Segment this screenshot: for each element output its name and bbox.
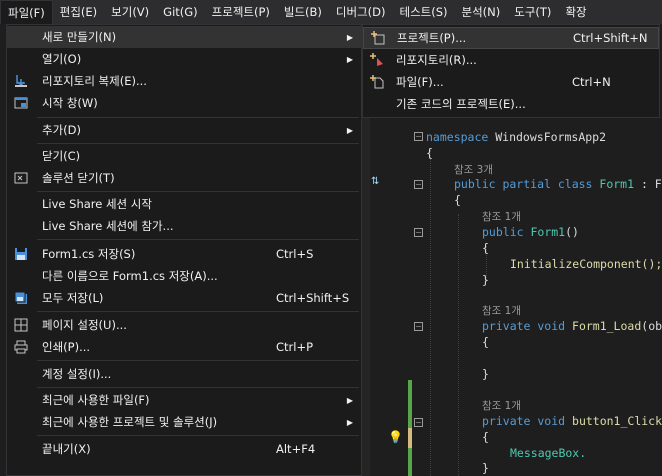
- start-window-icon: [13, 95, 29, 111]
- submenu-arrow-icon: ▶: [346, 54, 353, 64]
- menu-item-label: 최근에 사용한 파일(F): [42, 393, 150, 407]
- menu-project[interactable]: 프로젝트(P): [205, 0, 277, 24]
- menu-item-label: 페이지 설정(U)...: [42, 318, 127, 332]
- menu-separator: [37, 191, 359, 192]
- shortcut-label: Ctrl+S: [276, 247, 314, 261]
- submenu-item-label: 파일(F)...: [396, 75, 444, 89]
- menu-item-label: Form1.cs 저장(S): [42, 247, 136, 261]
- menu-build[interactable]: 빌드(B): [277, 0, 329, 24]
- submenu-item-new-repository[interactable]: 리포지토리(R)...: [363, 49, 659, 71]
- menu-item-new[interactable]: 새로 만들기(N) ▶: [7, 26, 361, 48]
- menu-item-start-window[interactable]: 시작 창(W): [7, 92, 361, 114]
- file-menu-dropdown: 새로 만들기(N) ▶ 열기(O) ▶ 리포지토리 복제(E)... 시작 창(…: [6, 24, 362, 476]
- menu-item-label: 인쇄(P)...: [42, 340, 91, 354]
- menu-item-label: 다른 이름으로 Form1.cs 저장(A)...: [42, 269, 218, 283]
- menu-extensions[interactable]: 확장: [558, 0, 593, 24]
- menu-debug[interactable]: 디버그(D): [329, 0, 393, 24]
- menu-item-label: Live Share 세션 시작: [42, 197, 152, 211]
- save-all-icon: [13, 290, 29, 306]
- menu-edit[interactable]: 편집(E): [53, 0, 104, 24]
- menu-item-recent-files[interactable]: 최근에 사용한 파일(F) ▶: [7, 389, 361, 411]
- menu-item-label: 계정 설정(I)...: [42, 367, 112, 381]
- menu-item-close[interactable]: 닫기(C): [7, 145, 361, 167]
- printer-icon: [13, 339, 29, 355]
- submenu-item-new-file[interactable]: 파일(F)... Ctrl+N: [363, 71, 659, 93]
- menu-item-label: 새로 만들기(N): [42, 30, 117, 44]
- menu-item-label: 끝내기(X): [42, 442, 91, 456]
- menu-item-label: 솔루션 닫기(T): [42, 171, 115, 185]
- clone-icon: [13, 73, 29, 89]
- new-file-icon: [369, 74, 385, 90]
- submenu-arrow-icon: ▶: [346, 417, 353, 427]
- menu-analyze[interactable]: 분석(N): [455, 0, 508, 24]
- shortcut-label: Ctrl+Shift+S: [276, 291, 350, 305]
- new-submenu: 프로젝트(P)... Ctrl+Shift+N 리포지토리(R)... 파일(F…: [362, 24, 660, 118]
- menu-file[interactable]: 파일(F): [0, 0, 53, 24]
- menu-item-label: Live Share 세션에 참가...: [42, 219, 174, 233]
- submenu-item-label: 리포지토리(R)...: [396, 53, 477, 67]
- submenu-arrow-icon: ▶: [346, 32, 353, 42]
- menu-item-label: 모두 저장(L): [42, 291, 104, 305]
- menu-tools[interactable]: 도구(T): [507, 0, 558, 24]
- menu-item-add[interactable]: 추가(D) ▶: [7, 119, 361, 141]
- menu-item-label: 시작 창(W): [42, 96, 98, 110]
- menu-separator: [37, 387, 359, 388]
- submenu-item-label: 프로젝트(P)...: [397, 31, 467, 45]
- menu-item-liveshare-join[interactable]: Live Share 세션에 참가...: [7, 215, 361, 237]
- menu-bar: 파일(F) 편집(E) 보기(V) Git(G) 프로젝트(P) 빌드(B) 디…: [0, 0, 662, 24]
- menu-item-label: 닫기(C): [42, 149, 81, 163]
- menu-item-account-settings[interactable]: 계정 설정(I)...: [7, 363, 361, 385]
- menu-item-print[interactable]: 인쇄(P)... Ctrl+P: [7, 336, 361, 358]
- repository-icon: [369, 52, 385, 68]
- submenu-item-new-project[interactable]: 프로젝트(P)... Ctrl+Shift+N: [363, 27, 659, 49]
- menu-item-label: 리포지토리 복제(E)...: [42, 74, 147, 88]
- save-icon: [13, 246, 29, 262]
- menu-view[interactable]: 보기(V): [104, 0, 156, 24]
- menu-item-save[interactable]: Form1.cs 저장(S) Ctrl+S: [7, 243, 361, 265]
- menu-item-recent-projects[interactable]: 최근에 사용한 프로젝트 및 솔루션(J) ▶: [7, 411, 361, 433]
- menu-separator: [37, 360, 359, 361]
- close-solution-icon: [13, 170, 29, 186]
- menu-separator: [37, 435, 359, 436]
- menu-item-label: 최근에 사용한 프로젝트 및 솔루션(J): [42, 415, 218, 429]
- menu-item-clone-repository[interactable]: 리포지토리 복제(E)...: [7, 70, 361, 92]
- shortcut-label: Ctrl+P: [276, 340, 314, 354]
- submenu-arrow-icon: ▶: [346, 395, 353, 405]
- menu-item-save-as[interactable]: 다른 이름으로 Form1.cs 저장(A)...: [7, 265, 361, 287]
- menu-separator: [37, 239, 359, 240]
- page-setup-icon: [13, 317, 29, 333]
- submenu-item-project-from-code[interactable]: 기존 코드의 프로젝트(E)...: [363, 93, 659, 115]
- menu-separator: [37, 117, 359, 118]
- menu-separator: [37, 143, 359, 144]
- menu-item-page-setup[interactable]: 페이지 설정(U)...: [7, 314, 361, 336]
- menu-item-open[interactable]: 열기(O) ▶: [7, 48, 361, 70]
- menu-item-close-solution[interactable]: 솔루션 닫기(T): [7, 167, 361, 189]
- menu-separator: [37, 311, 359, 312]
- menu-item-liveshare-start[interactable]: Live Share 세션 시작: [7, 193, 361, 215]
- shortcut-label: Ctrl+Shift+N: [573, 31, 648, 45]
- new-project-icon: [370, 30, 386, 46]
- submenu-arrow-icon: ▶: [346, 125, 353, 135]
- shortcut-label: Ctrl+N: [572, 75, 611, 89]
- menu-item-save-all[interactable]: 모두 저장(L) Ctrl+Shift+S: [7, 287, 361, 309]
- menu-item-exit[interactable]: 끝내기(X) Alt+F4: [7, 438, 361, 460]
- menu-item-label: 열기(O): [42, 52, 82, 66]
- shortcut-label: Alt+F4: [276, 442, 316, 456]
- menu-item-label: 추가(D): [42, 123, 81, 137]
- menu-test[interactable]: 테스트(S): [393, 0, 455, 24]
- menu-git[interactable]: Git(G): [156, 0, 205, 24]
- submenu-item-label: 기존 코드의 프로젝트(E)...: [396, 97, 526, 111]
